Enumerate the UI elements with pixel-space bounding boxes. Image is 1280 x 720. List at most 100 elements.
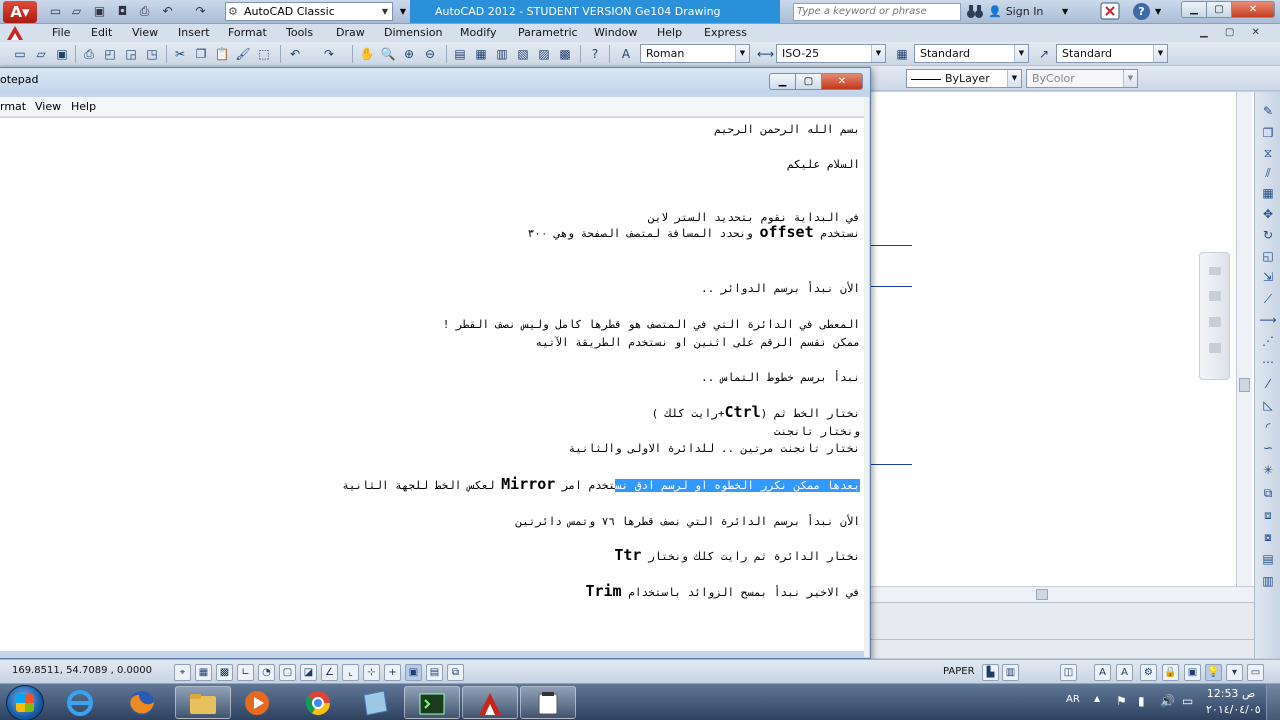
notepad-minimize-button[interactable]: ▁ bbox=[769, 73, 796, 90]
quickcalc-icon[interactable]: ▩ bbox=[557, 46, 573, 62]
stickies-app-icon[interactable] bbox=[347, 686, 403, 719]
autocad-taskbar-icon[interactable] bbox=[462, 686, 518, 719]
show-lineweight-icon[interactable]: + bbox=[384, 664, 401, 681]
lock-toolbar-icon[interactable]: 🔒 bbox=[1162, 664, 1179, 681]
table-style-dropdown[interactable]: Standard ▼ bbox=[914, 44, 1029, 63]
dynamic-input-icon[interactable]: ⊹ bbox=[363, 664, 380, 681]
multileader-style-dropdown[interactable]: Standard ▼ bbox=[1056, 44, 1168, 63]
explode-icon[interactable]: ✳ bbox=[1259, 461, 1277, 479]
help-icon[interactable]: ? bbox=[1133, 3, 1150, 20]
pan-icon[interactable]: ✋ bbox=[359, 46, 375, 62]
drawing-vertical-scrollbar[interactable] bbox=[1236, 92, 1252, 586]
text-to-front-icon[interactable]: ▤ bbox=[1259, 550, 1277, 568]
send-to-back-icon[interactable]: ⧇ bbox=[1259, 528, 1277, 546]
scrollbar-thumb[interactable] bbox=[1036, 589, 1048, 600]
exchange-icon[interactable] bbox=[1100, 2, 1120, 20]
break-at-point-icon[interactable]: ⋰ bbox=[1259, 332, 1277, 350]
open-file-icon[interactable]: ▱ bbox=[68, 3, 85, 20]
workspace-switching-icon[interactable]: ⚙ bbox=[1140, 664, 1157, 681]
copy-object-icon[interactable]: ❐ bbox=[1259, 124, 1277, 142]
clock-time[interactable]: 12:53 ص bbox=[1206, 687, 1256, 700]
cut-icon[interactable]: ✂ bbox=[172, 46, 188, 62]
redo-icon[interactable]: ↷ bbox=[192, 3, 209, 20]
chamfer-icon[interactable]: ◺ bbox=[1259, 396, 1277, 414]
3d-print-icon[interactable]: ◳ bbox=[144, 46, 160, 62]
status-bar-menu-icon[interactable]: ▾ bbox=[1226, 664, 1243, 681]
offset-icon[interactable]: ⫽ bbox=[1259, 164, 1277, 182]
sign-in-button[interactable]: 👤 Sign In bbox=[988, 3, 1043, 20]
menu-window[interactable]: Window bbox=[594, 25, 637, 41]
paper-space-label[interactable]: PAPER bbox=[943, 666, 975, 677]
quick-view-layouts-icon[interactable]: ▥ bbox=[1002, 664, 1019, 681]
polar-tracking-icon[interactable]: ◔ bbox=[258, 664, 275, 681]
annotation-visibility-icon[interactable]: A bbox=[1116, 664, 1133, 681]
show-desktop-button[interactable] bbox=[1266, 684, 1280, 720]
save-icon[interactable]: ▣ bbox=[91, 3, 108, 20]
object-snap-icon[interactable]: ▢ bbox=[279, 664, 296, 681]
allow-dynamic-ucs-icon[interactable]: ⌞ bbox=[342, 664, 359, 681]
zoom-realtime-icon[interactable]: 🔍 bbox=[380, 46, 396, 62]
scale-icon[interactable]: ◱ bbox=[1259, 247, 1277, 265]
menu-view[interactable]: View bbox=[132, 25, 158, 41]
media-player-icon[interactable] bbox=[229, 686, 285, 719]
notepad-window[interactable]: otepad ▁ ▢ ✕ rmat View Help بسم الله الر… bbox=[0, 67, 871, 659]
rotate-icon[interactable]: ↻ bbox=[1259, 226, 1277, 244]
scrollbar-thumb[interactable] bbox=[1239, 378, 1250, 392]
object-snap-tracking-icon[interactable]: ∠ bbox=[321, 664, 338, 681]
print-icon[interactable]: ⎙ bbox=[136, 3, 153, 20]
menu-express[interactable]: Express bbox=[704, 25, 747, 41]
infer-constraints-icon[interactable]: ⌖ bbox=[174, 664, 191, 681]
plot-icon[interactable]: ⎙ bbox=[81, 46, 97, 62]
menu-file[interactable]: File bbox=[52, 25, 70, 41]
document-window-controls[interactable]: ▁ ▢ ✕ bbox=[1200, 25, 1276, 41]
publish-icon[interactable]: ◲ bbox=[123, 46, 139, 62]
redo-icon[interactable]: ↷ bbox=[321, 46, 337, 62]
block-editor-icon[interactable]: ⬚ bbox=[256, 46, 272, 62]
notepad-menu-view[interactable]: View bbox=[35, 99, 61, 115]
annotation-scale-icon[interactable]: A bbox=[1094, 664, 1111, 681]
flag-icon[interactable]: ⚑ bbox=[1116, 694, 1127, 708]
quick-access-customize-button[interactable]: ▼ bbox=[396, 3, 410, 20]
copy-icon[interactable]: ❐ bbox=[193, 46, 209, 62]
sheet-set-icon[interactable]: ▧ bbox=[515, 46, 531, 62]
command-line-area[interactable] bbox=[870, 602, 1254, 658]
stretch-icon[interactable]: ⇲ bbox=[1259, 268, 1277, 286]
notepad-taskbar-icon[interactable] bbox=[520, 686, 576, 719]
isolate-objects-icon[interactable]: 💡 bbox=[1205, 664, 1222, 681]
network-icon[interactable]: ▮ bbox=[1138, 694, 1145, 708]
zoom-previous-icon[interactable]: ⊖ bbox=[422, 46, 438, 62]
keyword-search-input[interactable]: Type a keyword or phrase bbox=[793, 3, 961, 21]
array-icon[interactable]: ▦ bbox=[1259, 184, 1277, 202]
open-icon[interactable]: ▱ bbox=[33, 46, 49, 62]
menu-parametric[interactable]: Parametric bbox=[518, 25, 578, 41]
ortho-mode-icon[interactable]: ∟ bbox=[237, 664, 254, 681]
snap-mode-icon[interactable]: ▦ bbox=[195, 664, 212, 681]
menu-draw[interactable]: Draw bbox=[336, 25, 365, 41]
notepad-title-bar[interactable]: otepad ▁ ▢ ✕ bbox=[0, 68, 870, 94]
drawing-canvas[interactable] bbox=[870, 92, 1254, 650]
binoculars-search-icon[interactable] bbox=[966, 3, 984, 23]
quick-properties-icon[interactable]: ▤ bbox=[426, 664, 443, 681]
mirror-icon[interactable]: ⧖ bbox=[1259, 144, 1277, 162]
start-button[interactable] bbox=[6, 685, 44, 720]
input-language-indicator[interactable]: AR bbox=[1066, 694, 1080, 705]
internet-explorer-icon[interactable] bbox=[52, 686, 108, 719]
fillet-icon[interactable]: ◜ bbox=[1259, 418, 1277, 436]
selection-cycling-icon[interactable]: ⧉ bbox=[447, 664, 464, 681]
menu-dimension[interactable]: Dimension bbox=[384, 25, 442, 41]
save-icon[interactable]: ▣ bbox=[54, 46, 70, 62]
notepad-text-area[interactable]: بسم الله الرحمن الرحيم السلام عليكم في ا… bbox=[0, 118, 864, 651]
menu-modify[interactable]: Modify bbox=[460, 25, 496, 41]
grid-display-icon[interactable]: ▩ bbox=[216, 664, 233, 681]
design-center-icon[interactable]: ▦ bbox=[473, 46, 489, 62]
windows-explorer-icon[interactable] bbox=[175, 686, 231, 719]
move-icon[interactable]: ✥ bbox=[1259, 205, 1277, 223]
command-prompt-icon[interactable] bbox=[404, 686, 460, 719]
menu-edit[interactable]: Edit bbox=[91, 25, 112, 41]
linetype-dropdown[interactable]: ByLayer ▼ bbox=[906, 69, 1022, 88]
drawing-horizontal-scrollbar[interactable] bbox=[870, 586, 1254, 602]
show-hidden-icons-button[interactable]: ▲ bbox=[1094, 694, 1100, 703]
menu-tools[interactable]: Tools bbox=[286, 25, 313, 41]
workspace-dropdown[interactable]: ⚙ AutoCAD Classic ▼ bbox=[225, 2, 393, 21]
notepad-menu-help[interactable]: Help bbox=[71, 99, 96, 115]
